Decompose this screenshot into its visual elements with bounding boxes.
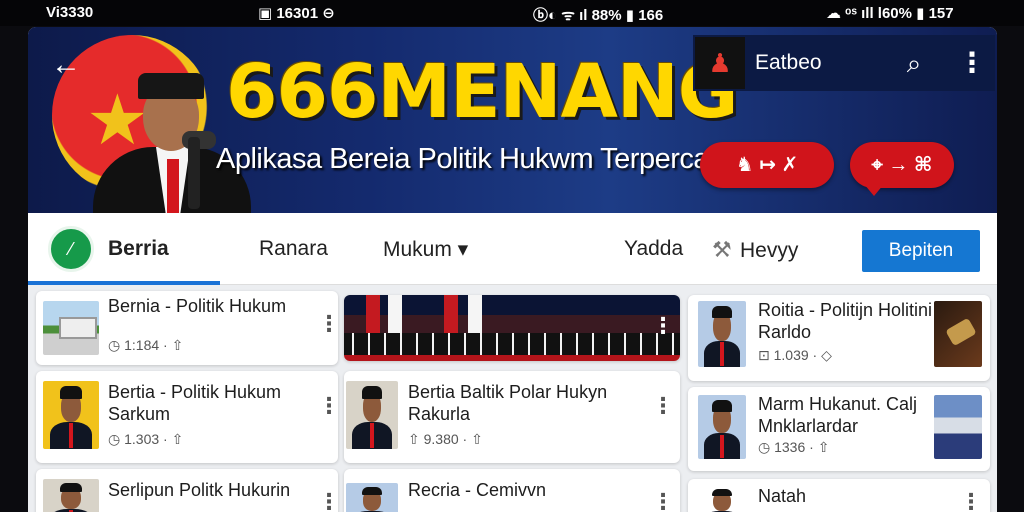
hero-banner: ★ ← 666MENANG Aplikasa Bereia Politik Hu…	[28, 27, 997, 213]
news-meta: ◷ 1.303 · ⇧	[108, 431, 184, 447]
news-card[interactable]: Serlipun Politk Hukurin ⋮	[36, 469, 338, 512]
banner-action-button-2[interactable]: ⌖ → ⌘	[850, 142, 954, 196]
person-thumbnail	[698, 395, 746, 459]
news-card[interactable]: Roitia - Politijn Holitini Rarldo ⊡ 1.03…	[688, 295, 990, 381]
news-thumbnail	[43, 301, 99, 355]
primary-cta-button[interactable]: Bepiten	[862, 230, 980, 272]
arrow-left-icon: ←	[51, 48, 81, 81]
card-menu-icon[interactable]: ⋮	[652, 313, 674, 339]
news-title: Serlipun Politk Hukurin	[108, 480, 291, 500]
person-thumbnail	[43, 479, 99, 512]
tab-yadda[interactable]: Yadda	[624, 237, 683, 261]
tab-ranara[interactable]: Ranara	[259, 237, 328, 261]
news-meta: ◷ 1336 · ⇧	[758, 439, 830, 455]
app-name: Eatbeo	[755, 51, 822, 74]
news-card[interactable]: Bertia Baltik Polar Hukyn Rakurla ⇧ 9.38…	[344, 371, 680, 463]
main-nav: ⁄ Berria Ranara Mukum ▾ Yadda ⚒ Hevyy Bep…	[28, 213, 997, 285]
status-network-right: ☁ ᵒˢ ıll l60% ▮ 157	[826, 5, 954, 22]
news-meta: ◷ 1:184 · ⇧	[108, 337, 184, 353]
assembly-hall-image	[344, 295, 680, 361]
stage-thumbnail	[934, 395, 982, 459]
card-menu-icon[interactable]: ⋮	[318, 393, 338, 419]
site-logo[interactable]: ⁄	[48, 226, 94, 272]
news-card[interactable]: Natah ⋮	[688, 479, 990, 512]
news-title: Marm Hukanut. Calj Mnklarlardar	[758, 394, 918, 436]
news-card[interactable]: Bertia - Politik Hukum Sarkum ◷ 1.303 · …	[36, 371, 338, 463]
status-network-left: ⓑ◐ ᯤ ıl 88% ▮ 166	[533, 7, 664, 24]
tab-hevyy[interactable]: ⚒ Hevyy	[712, 237, 798, 263]
app-window: ★ ← 666MENANG Aplikasa Bereia Politik Hu…	[28, 27, 997, 512]
news-title: Roitia - Politijn Holitini Rarldo	[758, 300, 933, 342]
news-meta: ⊡ 1.039 · ◇	[758, 347, 832, 363]
news-title: Bernia - Politik Hukum	[108, 296, 287, 316]
card-menu-icon[interactable]: ⋮	[318, 489, 338, 512]
status-notifications: ▣ 16301 ⊖	[258, 5, 335, 22]
tab-mukum-dropdown[interactable]: Mukum ▾	[383, 237, 468, 262]
news-title: Bertia - Politik Hukum Sarkum	[108, 382, 282, 424]
microphone-stand	[188, 137, 200, 209]
more-options-icon[interactable]: ⋮	[958, 47, 986, 79]
tab-berria[interactable]: Berria	[108, 237, 169, 261]
news-title: Bertia Baltik Polar Hukyn Rakurla	[408, 382, 608, 424]
news-meta: ⇧ 9.380 · ⇧	[408, 431, 483, 447]
news-title: Natah	[758, 486, 807, 506]
person-thumbnail	[346, 381, 398, 449]
news-title: Recria - Cemivvn	[408, 480, 547, 500]
person-thumbnail	[43, 381, 99, 449]
person-thumbnail	[698, 301, 746, 367]
gavel-thumbnail	[934, 301, 982, 367]
brand-subtitle: Aplikasa Bereia Politik Hukwm Terpercaya	[216, 143, 739, 175]
status-time: Vi3330	[46, 4, 94, 21]
wrench-icon: ⚒	[712, 237, 732, 262]
person-thumbnail	[698, 485, 746, 512]
news-card-featured[interactable]: ⋮	[344, 295, 680, 361]
card-menu-icon[interactable]: ⋮	[652, 393, 674, 419]
banner-action-button-1[interactable]: ♞ ↦ ✗	[700, 142, 834, 188]
app-icon[interactable]: ♟	[695, 37, 745, 89]
news-card[interactable]: Recria - Cemivvn ⋮	[344, 469, 680, 512]
search-icon[interactable]: ⌕	[898, 47, 930, 79]
back-button[interactable]: ←	[48, 47, 84, 83]
card-menu-icon[interactable]: ⋮	[960, 489, 982, 512]
status-bar: Vi3330 ▣ 16301 ⊖ ⓑ◐ ᯤ ıl 88% ▮ 166 ☁ ᵒˢ …	[0, 0, 1024, 26]
news-feed: Bernia - Politik Hukum ◷ 1:184 · ⇧ ⋮ ⋮ R…	[28, 285, 997, 512]
person-thumbnail	[346, 483, 398, 512]
top-toolbar: ♟ Eatbeo ⌕ ⋮	[693, 35, 995, 91]
tab-hevyy-label: Hevyy	[740, 239, 799, 262]
card-menu-icon[interactable]: ⋮	[318, 311, 338, 337]
news-card[interactable]: Marm Hukanut. Calj Mnklarlardar ◷ 1336 ·…	[688, 387, 990, 471]
card-menu-icon[interactable]: ⋮	[652, 489, 674, 512]
brand-title: 666MENANG	[226, 49, 739, 135]
news-card[interactable]: Bernia - Politik Hukum ◷ 1:184 · ⇧ ⋮	[36, 291, 338, 365]
